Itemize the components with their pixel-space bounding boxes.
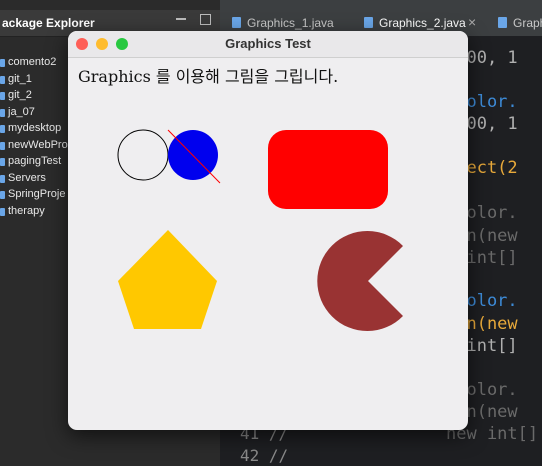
project-icon <box>0 141 5 150</box>
tab-graphics-3[interactable]: Graph <box>498 16 542 30</box>
project-icon <box>0 158 5 166</box>
close-tab-icon[interactable]: × <box>468 14 476 30</box>
project-icon <box>0 75 5 84</box>
maximize-view-icon[interactable] <box>200 14 211 25</box>
project-icon <box>0 191 5 199</box>
outline-circle <box>117 129 169 181</box>
pacman-shape <box>317 231 403 331</box>
yellow-pentagon <box>118 230 217 329</box>
java-file-icon <box>232 17 241 28</box>
project-icon <box>0 207 5 216</box>
java-file-icon <box>498 17 507 28</box>
project-icon <box>0 108 5 117</box>
red-rounded-rectangle <box>268 130 388 209</box>
tab-graphics-1[interactable]: Graphics_1.java <box>232 16 334 30</box>
project-icon <box>0 92 5 100</box>
tab-graphics-2[interactable]: Graphics_2.java <box>364 16 466 30</box>
drawing-canvas <box>117 129 403 331</box>
java-file-icon <box>364 17 373 28</box>
project-icon <box>0 174 5 183</box>
project-icon <box>0 59 5 67</box>
package-explorer-title: ackage Explorer <box>2 16 95 30</box>
line-number: 42 // <box>240 446 289 465</box>
project-icon <box>0 125 5 133</box>
graphics-test-window: Graphics Test Graphics 를 이용해 그림을 그립니다. <box>68 31 468 430</box>
minimize-view-icon[interactable] <box>176 18 186 20</box>
